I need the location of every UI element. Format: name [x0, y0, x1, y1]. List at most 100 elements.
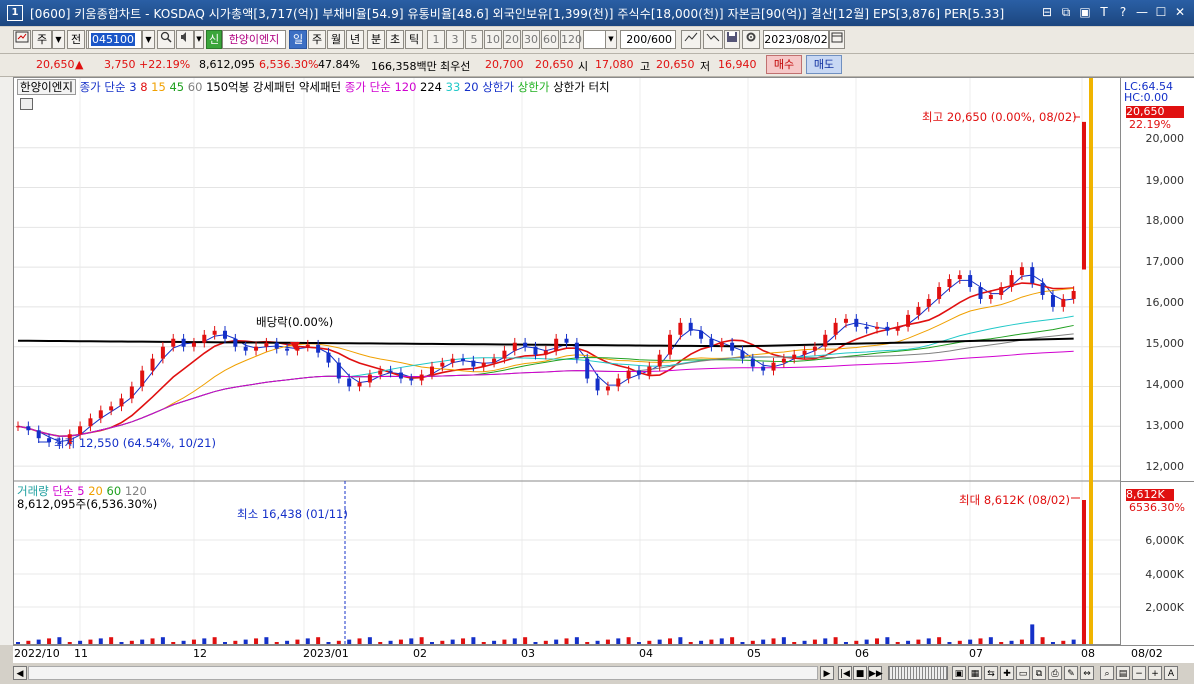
stop-icon[interactable]: ■	[853, 666, 867, 680]
table-icon[interactable]	[20, 98, 33, 110]
calendar-icon[interactable]	[829, 30, 845, 49]
tile-icon[interactable]: ⊟	[1039, 4, 1055, 20]
legend-ma-120: 120	[394, 80, 417, 94]
play-icon[interactable]: ▶▶	[868, 666, 883, 680]
code-dropdown-icon[interactable]: ▼	[142, 30, 155, 49]
minute-20[interactable]: 20	[503, 30, 521, 49]
minute-1[interactable]: 1	[427, 30, 445, 49]
candle-body	[761, 366, 766, 371]
font-icon[interactable]: T	[1096, 4, 1112, 20]
stock-code-input[interactable]: 045100	[88, 30, 142, 49]
chart-settings-icon[interactable]	[681, 30, 701, 49]
minute-60[interactable]: 60	[541, 30, 559, 49]
indicator-icon[interactable]	[703, 30, 723, 49]
count-input[interactable]: 200/600	[620, 30, 676, 49]
capture-icon[interactable]: ⧉	[1032, 666, 1046, 680]
chart-type-icon[interactable]	[13, 30, 31, 49]
tool-icon[interactable]: ✎	[1064, 666, 1078, 680]
volume-bar	[264, 637, 269, 644]
select-icon[interactable]: ▭	[1016, 666, 1030, 680]
tab-month[interactable]: 월	[327, 30, 345, 49]
x-label-05: 05	[747, 647, 761, 660]
scroll-left-icon[interactable]: ◀	[13, 666, 27, 680]
scrollbar[interactable]: ◀ ▶ |◀ ■ ▶▶ ▣ ▦ ⇆ ✚ ▭ ⧉ ⎙ ✎ ⇔ ⌕ ▤ − + A	[0, 663, 1194, 684]
price-volume-chart[interactable]	[14, 78, 1120, 644]
font-size-icon[interactable]: A	[1164, 666, 1178, 680]
range-icon[interactable]: ⇔	[1080, 666, 1094, 680]
minute-3[interactable]: 3	[446, 30, 464, 49]
volume-bar	[357, 638, 362, 644]
x-label-04: 04	[639, 647, 653, 660]
gear-icon[interactable]	[742, 30, 760, 49]
tab-tick[interactable]: 틱	[405, 30, 423, 49]
candle-body	[285, 348, 290, 351]
candle-body	[885, 326, 890, 331]
layout-icon[interactable]: ▦	[968, 666, 982, 680]
tab-minute[interactable]: 분	[367, 30, 385, 49]
candle-body	[688, 322, 693, 331]
sync-icon[interactable]: ⇆	[984, 666, 998, 680]
candle-body	[233, 338, 238, 347]
minimize-button[interactable]: —	[1134, 4, 1150, 20]
tab-second[interactable]: 초	[386, 30, 404, 49]
volume-bar	[833, 637, 838, 644]
volume-bar	[1009, 640, 1014, 644]
close-button[interactable]: ✕	[1172, 4, 1188, 20]
candle-body	[771, 362, 776, 371]
tab-year[interactable]: 년	[346, 30, 364, 49]
minute-10[interactable]: 10	[484, 30, 502, 49]
volume-bar	[957, 640, 962, 644]
sell-button[interactable]: 매도	[806, 55, 842, 74]
stock-name: 한양이엔지	[222, 30, 286, 49]
candle-body	[978, 287, 983, 299]
open-price: 17,080	[595, 58, 634, 71]
buy-button[interactable]: 매수	[766, 55, 802, 74]
minute-120[interactable]: 120	[560, 30, 582, 49]
candle-body	[719, 342, 724, 347]
minute-30[interactable]: 30	[522, 30, 540, 49]
tab-day[interactable]: 일	[289, 30, 307, 49]
search-icon[interactable]	[157, 30, 175, 49]
candle-body	[512, 342, 517, 351]
scroll-right-icon[interactable]: ▶	[820, 666, 834, 680]
minute-5[interactable]: 5	[465, 30, 483, 49]
zoom-slider[interactable]	[888, 666, 948, 680]
chevron-down-icon[interactable]: ▼	[605, 30, 617, 49]
best-label: 최우선	[440, 60, 471, 73]
candle-body	[988, 294, 993, 299]
chevron-down-icon[interactable]: ▼	[52, 30, 65, 49]
volume-bar	[57, 637, 62, 644]
candle-body	[243, 346, 248, 351]
date-input[interactable]: 2023/08/02	[763, 30, 829, 49]
volume-spike-bar	[1082, 500, 1086, 644]
chart-area[interactable]: 한양이엔지 종가 단순 3 8 15 45 60 150억봉 강세패턴 약세패턴…	[13, 77, 1121, 645]
new-badge: 신	[206, 30, 222, 49]
legend-ma2-label: 종가 단순	[344, 80, 391, 94]
volume-bar	[429, 642, 434, 644]
volume-bar	[730, 637, 735, 644]
print-icon[interactable]: ⎙	[1048, 666, 1062, 680]
copy-window-icon[interactable]: ⧉	[1058, 4, 1074, 20]
chevron-down-icon[interactable]: ▼	[194, 30, 204, 49]
save-icon[interactable]	[724, 30, 740, 49]
volume-bar	[823, 638, 828, 644]
grid-icon[interactable]: ▤	[1116, 666, 1130, 680]
prev-button[interactable]: 전	[67, 30, 85, 49]
volume-bar	[999, 642, 1004, 644]
legend-ma-8: 8	[140, 80, 148, 94]
frame-icon[interactable]: ▣	[1077, 4, 1093, 20]
maximize-button[interactable]: ☐	[1153, 4, 1169, 20]
help-icon[interactable]: ?	[1115, 4, 1131, 20]
zoom-out-icon[interactable]: −	[1132, 666, 1146, 680]
candle-body	[533, 346, 538, 355]
crosshair-icon[interactable]: ✚	[1000, 666, 1014, 680]
zoom-fit-icon[interactable]: ▣	[952, 666, 966, 680]
first-page-icon[interactable]: |◀	[838, 666, 852, 680]
period-select[interactable]: 주	[32, 30, 52, 49]
zoom-in-icon[interactable]: +	[1148, 666, 1162, 680]
tab-week[interactable]: 주	[308, 30, 326, 49]
volume-bar	[812, 639, 817, 644]
magnify-icon[interactable]: ⌕	[1100, 666, 1114, 680]
speaker-icon[interactable]	[176, 30, 194, 49]
scroll-track[interactable]	[28, 666, 818, 680]
